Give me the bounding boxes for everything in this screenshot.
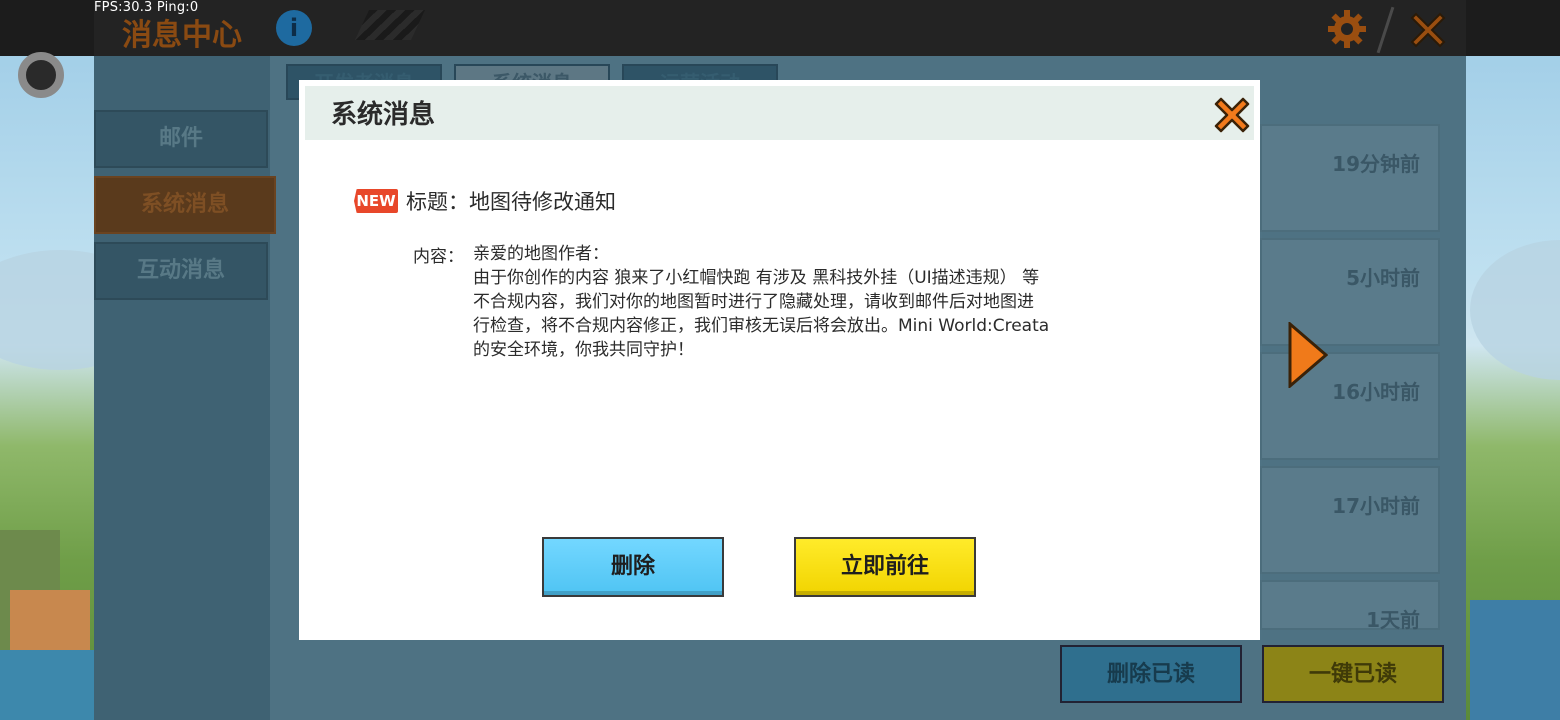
fps-readout: FPS:30.3 Ping:0 (94, 0, 199, 15)
message-headline: NEW 标题：地图待修改通知 (354, 186, 616, 216)
delete-read-button[interactable]: 删除已读 (1060, 645, 1242, 703)
info-icon[interactable]: i (276, 10, 312, 46)
page-title: 消息中心 (122, 18, 242, 53)
dialog-actions: 删除 立即前往 (542, 537, 976, 597)
message-title: 标题：地图待修改通知 (406, 190, 616, 214)
go-now-button[interactable]: 立即前往 (794, 537, 976, 597)
list-item[interactable]: 5小时前 (1260, 238, 1440, 346)
dialog-header: 系统消息 (305, 86, 1254, 140)
close-icon[interactable] (1211, 94, 1253, 136)
content-line: 不合规内容，我们对你的地图暂时进行了隐藏处理，请收到邮件后对地图进 (473, 292, 1034, 312)
sidebar-item-interaction-messages[interactable]: 互动消息 (94, 242, 268, 300)
content-line: 行检查，将不合规内容修正，我们审核无误后将会放出。Mini World:Crea… (473, 316, 1050, 336)
footer-actions: 删除已读 一键已读 (1060, 645, 1444, 703)
list-item[interactable]: 1天前 (1260, 580, 1440, 632)
scene-water-right (1470, 600, 1560, 720)
content-line: 的安全环境，你我共同守护！ (473, 340, 694, 360)
system-message-dialog: 系统消息 NEW 标题：地图待修改通知 内容： 亲爱的地图作者： 由于你创作的内… (299, 80, 1260, 640)
scene-wood-block (10, 590, 90, 650)
sidebar: 邮件 系统消息 互动消息 (94, 110, 276, 308)
content-label: 内容： (413, 247, 464, 267)
message-content: 亲爱的地图作者： 由于你创作的内容 狼来了小红帽快跑 有涉及 黑科技外挂（UI描… (473, 242, 1138, 362)
list-item[interactable]: 17小时前 (1260, 466, 1440, 574)
list-item[interactable]: 19分钟前 (1260, 124, 1440, 232)
gear-icon[interactable] (1326, 8, 1368, 50)
sidebar-item-system-messages[interactable]: 系统消息 (94, 176, 276, 234)
content-line: 亲爱的地图作者： (473, 244, 609, 264)
list-item[interactable]: 16小时前 (1260, 352, 1440, 460)
mark-all-read-button[interactable]: 一键已读 (1262, 645, 1444, 703)
delete-button[interactable]: 删除 (542, 537, 724, 597)
scene-water (0, 650, 94, 720)
dialog-title: 系统消息 (331, 100, 436, 130)
content-line: 由于你创作的内容 狼来了小红帽快跑 有涉及 黑科技外挂（UI描述违规） 等 (473, 268, 1040, 288)
new-badge: NEW (354, 189, 398, 213)
sidebar-item-mail[interactable]: 邮件 (94, 110, 268, 168)
record-icon[interactable] (18, 52, 64, 98)
chevron-right-icon[interactable] (1288, 322, 1328, 388)
close-icon[interactable] (1406, 8, 1450, 52)
message-list: 19分钟前 5小时前 16小时前 17小时前 1天前 (1260, 124, 1440, 636)
